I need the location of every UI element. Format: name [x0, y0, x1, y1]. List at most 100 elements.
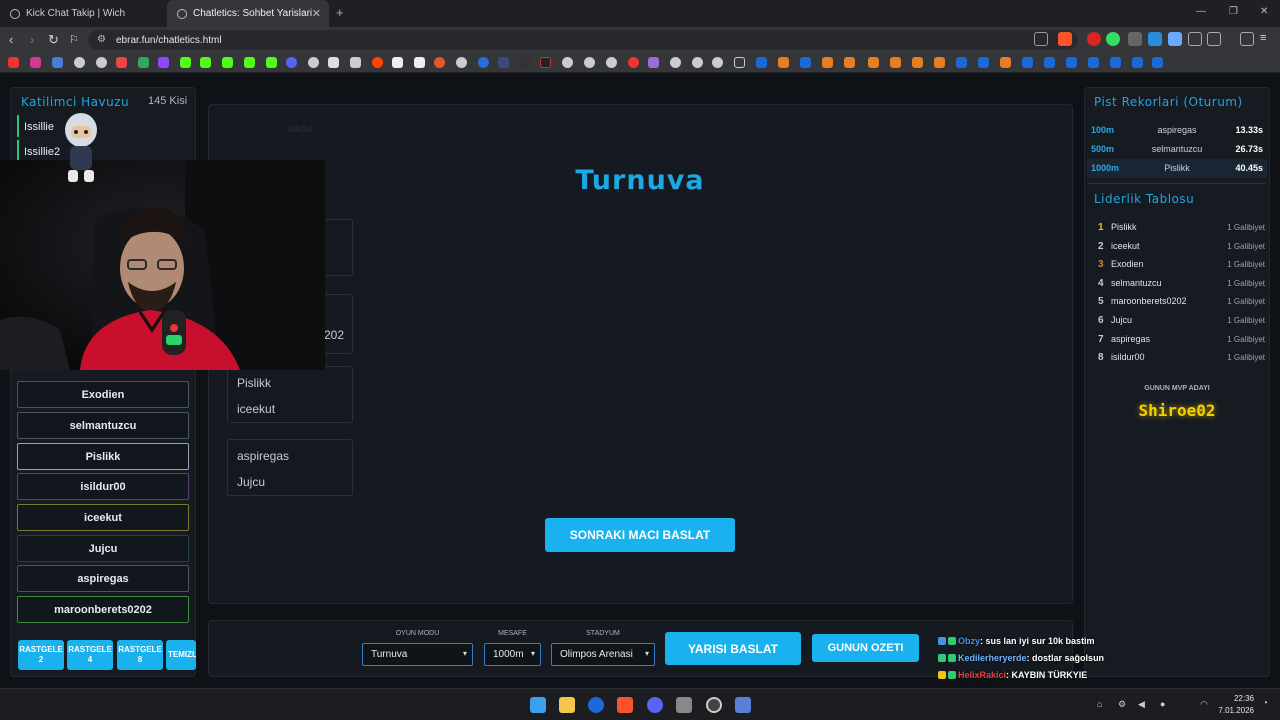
bookmark-icon[interactable]: [308, 57, 319, 68]
reload-icon[interactable]: ↻: [48, 32, 59, 48]
mode-select[interactable]: Turnuva ▾: [362, 643, 473, 666]
share-icon[interactable]: [1034, 32, 1048, 46]
bookmark-icon[interactable]: [520, 57, 531, 68]
bookmark-icon[interactable]: [890, 57, 901, 68]
sidebar-icon[interactable]: [1207, 32, 1221, 46]
kick-bookmark-icon[interactable]: [244, 57, 255, 68]
bookmark-icon[interactable]: [456, 57, 467, 68]
instagram-bookmark-icon[interactable]: [30, 57, 41, 68]
app-icon[interactable]: [676, 697, 692, 713]
bookmark-icon[interactable]: [934, 57, 945, 68]
bookmark-icon[interactable]: [648, 57, 659, 68]
site-settings-icon[interactable]: ⚙: [97, 34, 106, 45]
forward-icon[interactable]: ›: [30, 32, 34, 47]
extension-ublock-icon[interactable]: [1087, 32, 1101, 46]
back-icon[interactable]: ‹: [9, 32, 13, 47]
distance-select[interactable]: 1000m ▾: [484, 643, 541, 666]
bookmark-icon[interactable]: [584, 57, 595, 68]
pool-player-button[interactable]: maroonberets0202: [17, 596, 189, 623]
bookmark-icon[interactable]: [540, 57, 551, 68]
bookmark-icon[interactable]: [350, 57, 361, 68]
bookmark-icon[interactable]: [52, 57, 63, 68]
steam-bookmark-icon[interactable]: [800, 57, 811, 68]
start-icon[interactable]: [530, 697, 546, 713]
steam-bookmark-icon[interactable]: [1132, 57, 1143, 68]
extensions-puzzle-icon[interactable]: [1188, 32, 1202, 46]
obs-icon[interactable]: [706, 697, 722, 713]
extension-icon[interactable]: [1128, 32, 1142, 46]
wifi-icon[interactable]: ◠: [1200, 699, 1208, 710]
discord-icon[interactable]: [647, 697, 663, 713]
extension-icon[interactable]: [1148, 32, 1162, 46]
folder-icon[interactable]: [734, 57, 745, 68]
pool-player-button[interactable]: iceekut: [17, 504, 189, 531]
volume-icon[interactable]: ◀: [1138, 699, 1145, 710]
bookmark-icon[interactable]: [912, 57, 923, 68]
bookmark-icon[interactable]: [844, 57, 855, 68]
bookmark-icon[interactable]: [628, 57, 639, 68]
bookmark-icon[interactable]: [606, 57, 617, 68]
bookmark-icon[interactable]: [96, 57, 107, 68]
tab-chatletics[interactable]: Chatletics: Sohbet Yarislari ✕: [167, 0, 329, 27]
bookmark-icon[interactable]: [670, 57, 681, 68]
pool-player-button[interactable]: isildur00: [17, 473, 189, 500]
clear-button[interactable]: TEMIZL: [166, 640, 196, 670]
pool-player-button[interactable]: aspiregas: [17, 565, 189, 592]
bookmark-icon[interactable]: [392, 57, 403, 68]
pool-player-button[interactable]: selmantuzcu: [17, 412, 189, 439]
random-8-button[interactable]: RASTGELE 8: [117, 640, 163, 670]
close-window-icon[interactable]: ✕: [1260, 6, 1268, 17]
steam-bookmark-icon[interactable]: [978, 57, 989, 68]
kick-bookmark-icon[interactable]: [180, 57, 191, 68]
bookmark-icon[interactable]: [414, 57, 425, 68]
bookmark-icon[interactable]: [822, 57, 833, 68]
steam-bookmark-icon[interactable]: [1044, 57, 1055, 68]
gmail-bookmark-icon[interactable]: [116, 57, 127, 68]
brave-shield-icon[interactable]: [1058, 32, 1072, 46]
steam-bookmark-icon[interactable]: [956, 57, 967, 68]
kick-bookmark-icon[interactable]: [222, 57, 233, 68]
bookmark-icon[interactable]: [1000, 57, 1011, 68]
bookmark-icon[interactable]: [692, 57, 703, 68]
file-explorer-icon[interactable]: [559, 697, 575, 713]
address-bar[interactable]: ⚙ ebrar.fun/chatletics.html: [88, 30, 1078, 50]
stadium-select[interactable]: Olimpos Arenasi ▾: [551, 643, 655, 666]
drive-bookmark-icon[interactable]: [138, 57, 149, 68]
x-bookmark-icon[interactable]: [328, 57, 339, 68]
steam-bookmark-icon[interactable]: [756, 57, 767, 68]
close-tab-icon[interactable]: ✕: [312, 7, 321, 20]
network-icon[interactable]: ⚙: [1118, 699, 1126, 710]
tab-kick-chat[interactable]: Kick Chat Takip | Wich: [0, 0, 165, 27]
bookmark-icon[interactable]: [478, 57, 489, 68]
extension-icon[interactable]: [1168, 32, 1182, 46]
maximize-icon[interactable]: ❐: [1229, 6, 1238, 17]
bookmark-icon[interactable]: ⚐: [69, 33, 79, 46]
random-2-button[interactable]: RASTGELE 2: [18, 640, 64, 670]
youtube-bookmark-icon[interactable]: [8, 57, 19, 68]
steam-bookmark-icon[interactable]: [1066, 57, 1077, 68]
bookmark-icon[interactable]: [498, 57, 509, 68]
start-race-button[interactable]: YARISI BASLAT: [665, 632, 801, 665]
steam-bookmark-icon[interactable]: [1088, 57, 1099, 68]
bookmark-icon[interactable]: [266, 57, 277, 68]
twitch-bookmark-icon[interactable]: [158, 57, 169, 68]
bookmark-icon[interactable]: [868, 57, 879, 68]
tray-icon[interactable]: ⌂: [1097, 699, 1102, 709]
random-4-button[interactable]: RASTGELE 4: [67, 640, 113, 670]
reddit-bookmark-icon[interactable]: [372, 57, 383, 68]
bookmark-icon[interactable]: [712, 57, 723, 68]
extension-kick-icon[interactable]: [1106, 32, 1120, 46]
menu-icon[interactable]: ≡: [1260, 32, 1274, 46]
new-tab-button[interactable]: +: [336, 5, 344, 20]
bookmark-icon[interactable]: [562, 57, 573, 68]
notification-icon[interactable]: ◔: [1262, 698, 1268, 709]
bookmark-icon[interactable]: [74, 57, 85, 68]
steam-bookmark-icon[interactable]: [1152, 57, 1163, 68]
minimize-icon[interactable]: —: [1196, 6, 1206, 17]
kick-bookmark-icon[interactable]: [200, 57, 211, 68]
pool-player-button[interactable]: Jujcu: [17, 535, 189, 562]
mic-icon[interactable]: ●: [1160, 699, 1165, 709]
app-icon[interactable]: [735, 697, 751, 713]
steam-icon[interactable]: [588, 697, 604, 713]
brave-icon[interactable]: [617, 697, 633, 713]
